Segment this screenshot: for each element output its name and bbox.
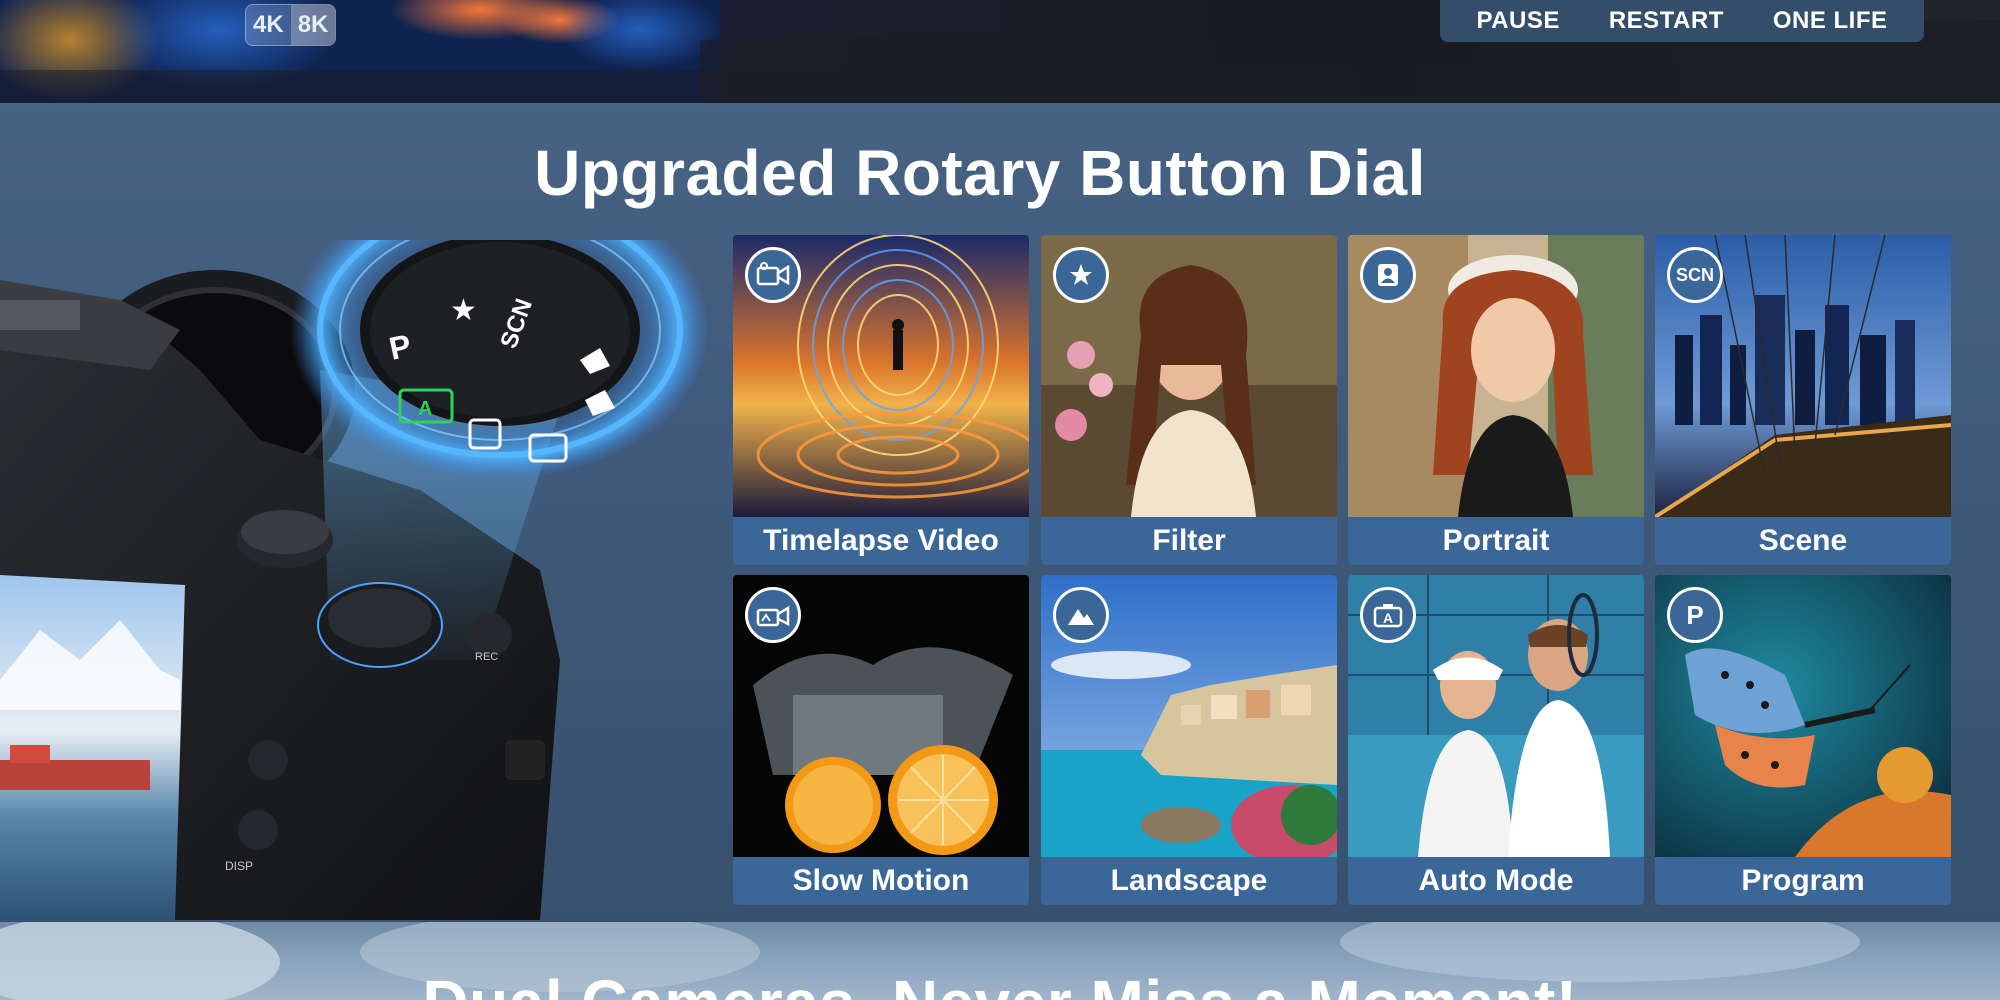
slow-motion-camera-icon: [745, 587, 801, 643]
bottom-heading: Dual Cameras, Never Miss a Moment!: [0, 966, 2000, 1000]
tile-caption: Portrait: [1348, 517, 1644, 565]
tile-caption: Landscape: [1041, 857, 1337, 905]
tile-portrait[interactable]: Portrait: [1348, 235, 1644, 565]
badge-8k: 8K: [290, 5, 336, 45]
tile-caption: Timelapse Video: [733, 517, 1029, 565]
p-icon-text: P: [1686, 599, 1704, 630]
tile-caption: Program: [1655, 857, 1951, 905]
top-banner-image: 4K 8K PAUSE RESTART ONE LIFE: [0, 0, 2000, 103]
page: 4K 8K PAUSE RESTART ONE LIFE Upgraded Ro…: [0, 0, 2000, 1000]
disp-label: DISP: [225, 859, 253, 873]
game-menu-bar: PAUSE RESTART ONE LIFE: [1440, 0, 1924, 42]
svg-text:A: A: [1383, 610, 1393, 626]
scn-icon: SCN: [1667, 247, 1723, 303]
resolution-badge: 4K 8K: [245, 4, 337, 46]
p-icon: P: [1667, 587, 1723, 643]
one-life-button[interactable]: ONE LIFE: [1773, 7, 1888, 35]
camera-svg: REC DISP P ★ SCN A: [0, 180, 710, 920]
mountain-icon: [1053, 587, 1109, 643]
scn-icon-text: SCN: [1675, 264, 1714, 285]
heading-text: Upgraded Rotary Button Dial: [534, 137, 1426, 209]
star-icon: [1053, 247, 1109, 303]
tile-program[interactable]: P Program: [1655, 575, 1951, 905]
rec-label: REC: [475, 651, 498, 663]
tile-auto-mode[interactable]: A Auto Mode: [1348, 575, 1644, 905]
badge-4k: 4K: [253, 11, 284, 38]
tile-filter[interactable]: Filter: [1041, 235, 1337, 565]
tile-caption: Scene: [1655, 517, 1951, 565]
restart-button[interactable]: RESTART: [1609, 7, 1724, 35]
camera-illustration: REC DISP P ★ SCN A: [0, 180, 720, 920]
tile-scene[interactable]: SCN Scene: [1655, 235, 1951, 565]
tile-slow-motion[interactable]: Slow Motion: [733, 575, 1029, 905]
tile-timelapse-video[interactable]: Timelapse Video: [733, 235, 1029, 565]
person-icon: [1360, 247, 1416, 303]
auto-camera-icon: A: [1360, 587, 1416, 643]
tile-caption: Filter: [1041, 517, 1337, 565]
tile-landscape[interactable]: Landscape: [1041, 575, 1337, 905]
dial-star: ★: [450, 293, 477, 328]
tile-caption: Slow Motion: [733, 857, 1029, 905]
bottom-banner: Dual Cameras, Never Miss a Moment!: [0, 922, 2000, 1000]
svg-text:A: A: [418, 398, 432, 420]
section-heading: Upgraded Rotary Button Dial: [0, 136, 2000, 210]
tile-caption: Auto Mode: [1348, 857, 1644, 905]
video-camera-icon: [745, 247, 801, 303]
pause-button[interactable]: PAUSE: [1476, 7, 1559, 35]
